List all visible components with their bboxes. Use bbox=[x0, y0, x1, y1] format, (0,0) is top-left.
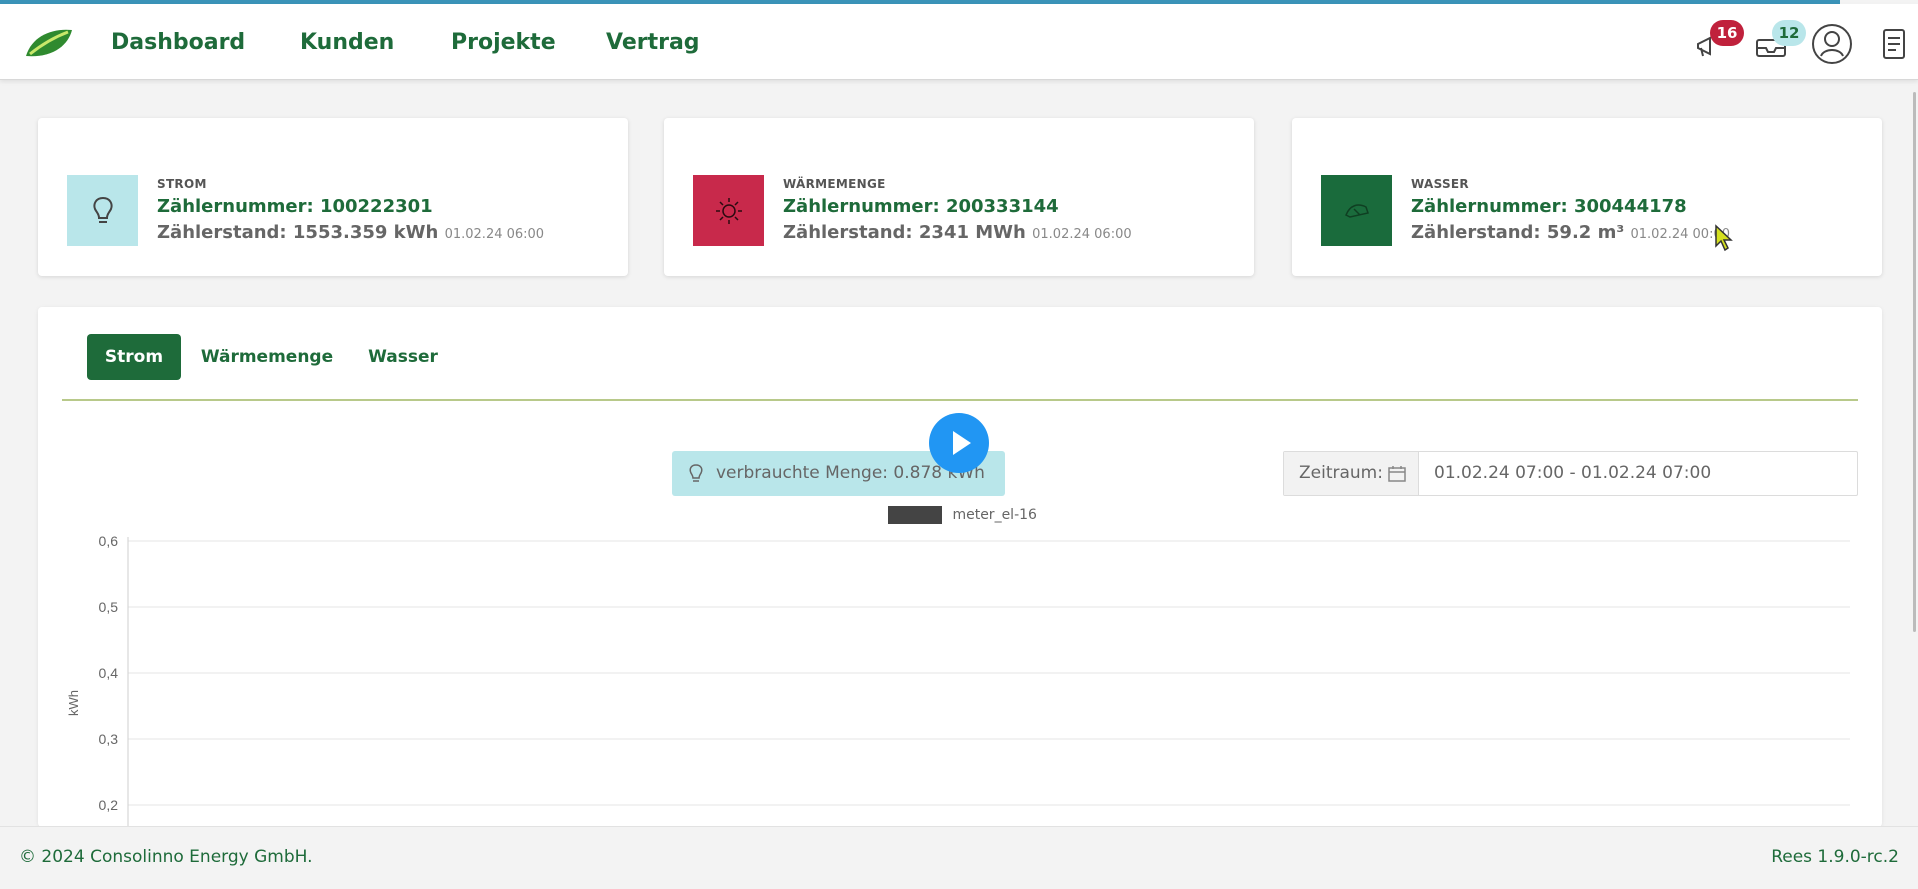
consumption-chart: 0,6 0,5 0,4 0,3 0,2 kWh bbox=[66, 533, 1850, 827]
meter-reading-value: Zählerstand: 59.2 m³ bbox=[1411, 222, 1625, 243]
consumption-panel: Strom Wärmemenge Wasser verbrauchte Meng… bbox=[38, 307, 1882, 827]
meter-number: Zählernummer: 200333144 bbox=[783, 196, 1059, 217]
y-tick-label: 0,3 bbox=[99, 731, 119, 747]
messages-badge: 12 bbox=[1772, 20, 1806, 46]
y-tick-label: 0,4 bbox=[99, 665, 119, 681]
user-profile-icon[interactable] bbox=[1810, 22, 1854, 66]
meter-number: Zählernummer: 100222301 bbox=[157, 196, 433, 217]
zeitraum-label-text: Zeitraum: bbox=[1299, 463, 1383, 483]
meter-reading-time: 01.02.24 06:00 bbox=[444, 227, 545, 242]
meter-type: STROM bbox=[157, 177, 207, 191]
document-icon[interactable] bbox=[1872, 22, 1916, 66]
sun-icon bbox=[715, 197, 742, 224]
mouse-cursor bbox=[1715, 224, 1733, 252]
play-button[interactable] bbox=[929, 413, 989, 473]
page-scrollbar[interactable] bbox=[1913, 92, 1916, 632]
chart-legend[interactable]: meter_el-16 bbox=[888, 505, 1037, 525]
zeitraum-label: Zeitraum: bbox=[1284, 452, 1419, 495]
legend-label: meter_el-16 bbox=[952, 507, 1037, 523]
nav-vertrag[interactable]: Vertrag bbox=[606, 30, 700, 55]
calendar-icon bbox=[1388, 466, 1406, 482]
meter-reading-value: Zählerstand: 1553.359 kWh bbox=[157, 222, 439, 243]
tab-strom[interactable]: Strom bbox=[87, 334, 181, 380]
footer: © 2024 Consolinno Energy GmbH. Rees 1.9.… bbox=[0, 826, 1918, 889]
meter-reading: Zählerstand: 59.2 m³ 01.02.24 00:00 bbox=[1411, 222, 1730, 243]
meter-reading: Zählerstand: 2341 MWh 01.02.24 06:00 bbox=[783, 222, 1132, 243]
meter-card-strom[interactable]: STROM Zählernummer: 100222301 Zählerstan… bbox=[38, 118, 628, 276]
footer-copyright: © 2024 Consolinno Energy GmbH. bbox=[19, 847, 313, 867]
meter-reading: Zählerstand: 1553.359 kWh 01.02.24 06:00 bbox=[157, 222, 544, 243]
meter-card-wasser[interactable]: WASSER Zählernummer: 300444178 Zählersta… bbox=[1292, 118, 1882, 276]
zeitraum-field[interactable]: Zeitraum: 01.02.24 07:00 - 01.02.24 07:0… bbox=[1283, 451, 1858, 496]
notifications-badge: 16 bbox=[1710, 20, 1744, 46]
meter-reading-time: 01.02.24 06:00 bbox=[1032, 227, 1132, 242]
messages-button[interactable]: 12 bbox=[1752, 20, 1806, 66]
water-icon bbox=[1344, 203, 1369, 218]
y-tick-label: 0,5 bbox=[99, 599, 119, 615]
lightbulb-icon bbox=[689, 464, 703, 482]
tab-waermemenge[interactable]: Wärmemenge bbox=[194, 334, 340, 380]
meter-icon-box bbox=[693, 175, 764, 246]
y-tick-label: 0,6 bbox=[99, 533, 119, 549]
nav-projekte[interactable]: Projekte bbox=[451, 30, 556, 55]
meter-icon-box bbox=[1321, 175, 1392, 246]
tab-wasser[interactable]: Wasser bbox=[356, 334, 450, 380]
tab-divider bbox=[62, 399, 1858, 401]
lightbulb-icon bbox=[92, 196, 113, 223]
nav-kunden[interactable]: Kunden bbox=[300, 30, 394, 55]
y-tick-label: 0,2 bbox=[99, 797, 119, 813]
top-navigation: Dashboard Kunden Projekte Vertrag 16 12 bbox=[0, 4, 1918, 80]
meter-type: WASSER bbox=[1411, 177, 1469, 191]
notifications-button[interactable]: 16 bbox=[1690, 20, 1744, 66]
nav-dashboard[interactable]: Dashboard bbox=[111, 30, 245, 55]
footer-version: Rees 1.9.0-rc.2 bbox=[1771, 847, 1899, 867]
meter-card-waermemenge[interactable]: WÄRMEMENGE Zählernummer: 200333144 Zähle… bbox=[664, 118, 1254, 276]
legend-swatch bbox=[888, 506, 942, 524]
meter-reading-value: Zählerstand: 2341 MWh bbox=[783, 222, 1026, 243]
meter-type: WÄRMEMENGE bbox=[783, 177, 886, 191]
consolinno-logo[interactable] bbox=[22, 26, 76, 62]
zeitraum-value[interactable]: 01.02.24 07:00 - 01.02.24 07:00 bbox=[1434, 452, 1711, 495]
meter-icon-box bbox=[67, 175, 138, 246]
y-axis-label: kWh bbox=[66, 690, 81, 716]
meter-number: Zählernummer: 300444178 bbox=[1411, 196, 1687, 217]
